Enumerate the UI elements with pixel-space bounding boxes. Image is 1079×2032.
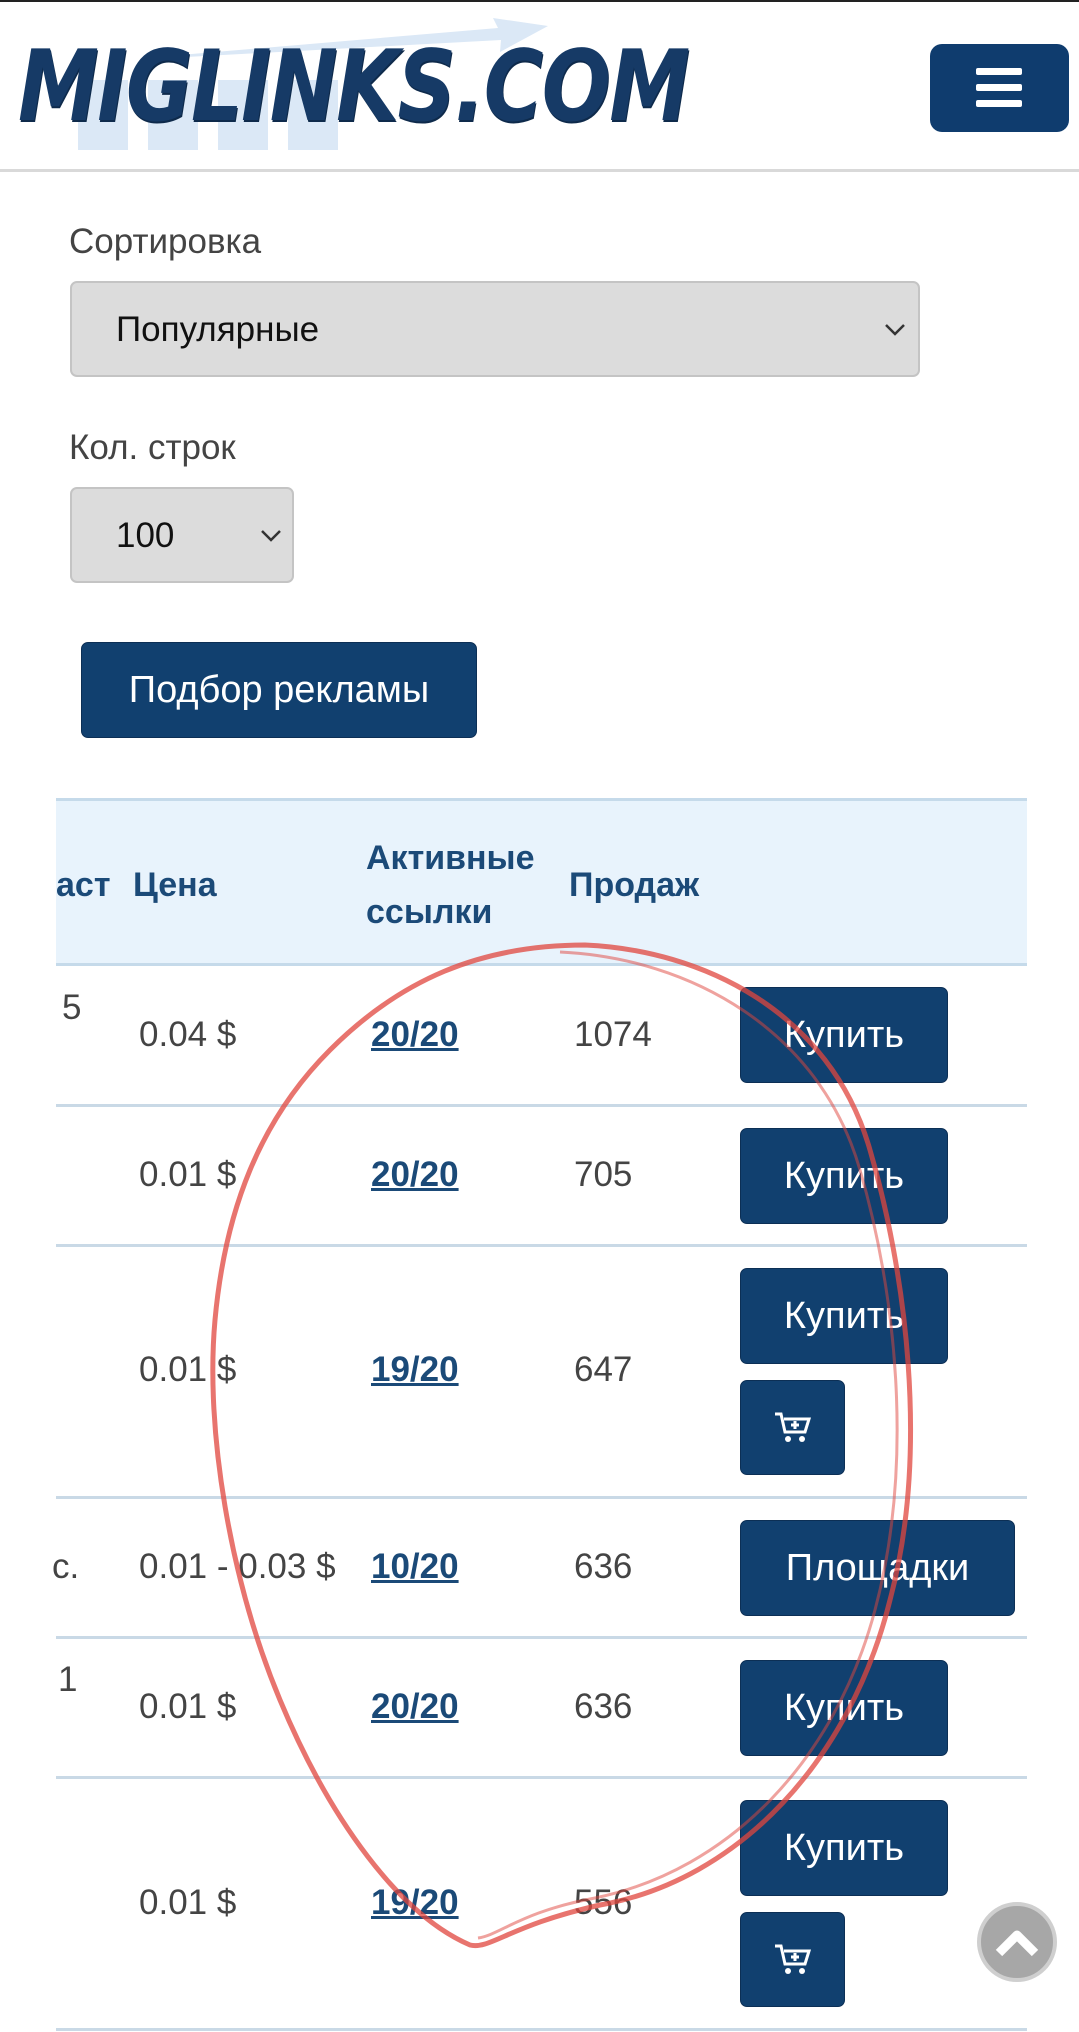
column-header-price[interactable]: Цена [133, 858, 217, 912]
sort-select[interactable]: Популярные [70, 281, 920, 377]
active-links-link[interactable]: 10/20 [371, 1547, 459, 1587]
price-cell: 0.01 - 0.03 $ [139, 1547, 336, 1586]
sales-cell: 705 [574, 1155, 633, 1194]
row-divider [56, 1244, 1027, 1247]
platforms-button[interactable]: Площадки [740, 1520, 1015, 1616]
chevron-down-icon [261, 530, 281, 542]
row-divider [56, 1636, 1027, 1639]
add-to-cart-button[interactable] [740, 1912, 845, 2007]
logo-text: MIGLINKS.COM [18, 30, 690, 144]
column-header-active-links-line1[interactable]: Активные [366, 831, 535, 885]
price-cell: 0.01 $ [139, 1883, 237, 1922]
row-divider [56, 2028, 1027, 2031]
buy-button[interactable]: Купить [740, 1128, 948, 1224]
sales-cell: 1074 [574, 1015, 652, 1054]
scroll-to-top-button[interactable] [977, 1902, 1057, 1982]
buy-button[interactable]: Купить [740, 1660, 948, 1756]
site-logo[interactable]: MIGLINKS.COM [18, 10, 690, 160]
menu-button[interactable] [930, 44, 1069, 132]
buy-button[interactable]: Купить [740, 987, 948, 1083]
sales-cell: 636 [574, 1687, 633, 1726]
row-partial-cell: 5 [62, 988, 82, 1027]
row-divider [56, 1104, 1027, 1107]
row-divider [56, 1776, 1027, 1779]
sales-cell: 647 [574, 1350, 633, 1389]
chevron-down-icon [885, 324, 905, 336]
column-header-sales[interactable]: Продаж [569, 858, 699, 912]
buy-button[interactable]: Купить [740, 1268, 948, 1364]
price-cell: 0.01 $ [139, 1350, 237, 1389]
rows-label: Кол. строк [69, 428, 236, 467]
sales-cell: 636 [574, 1547, 633, 1586]
sort-select-value: Популярные [116, 310, 320, 349]
active-links-link[interactable]: 20/20 [371, 1015, 459, 1055]
row-divider [56, 1496, 1027, 1499]
price-cell: 0.01 $ [139, 1155, 237, 1194]
sites-table: аст Цена Активные ссылки Продаж 5 0.04 $… [52, 798, 1027, 2032]
sort-label: Сортировка [69, 222, 262, 261]
price-cell: 0.04 $ [139, 1015, 237, 1054]
rows-select-value: 100 [116, 516, 175, 555]
column-header-partial[interactable]: аст [56, 858, 110, 912]
active-links-link[interactable]: 19/20 [371, 1350, 459, 1390]
buy-button[interactable]: Купить [740, 1800, 948, 1896]
sales-cell: 556 [574, 1883, 633, 1922]
row-partial-cell: с. [52, 1547, 80, 1586]
active-links-link[interactable]: 20/20 [371, 1687, 459, 1727]
chevron-up-icon [995, 1930, 1039, 1957]
cart-plus-icon [774, 1944, 811, 1974]
column-header-active-links-line2[interactable]: ссылки [366, 885, 492, 939]
add-to-cart-button[interactable] [740, 1380, 845, 1475]
site-header: MIGLINKS.COM [0, 2, 1079, 172]
find-ads-button[interactable]: Подбор рекламы [81, 642, 477, 738]
rows-select[interactable]: 100 [70, 487, 294, 583]
row-partial-cell: 1 [58, 1660, 78, 1699]
price-cell: 0.01 $ [139, 1687, 237, 1726]
active-links-link[interactable]: 19/20 [371, 1883, 459, 1923]
active-links-link[interactable]: 20/20 [371, 1155, 459, 1195]
cart-plus-icon [774, 1412, 811, 1442]
table-header: аст Цена Активные ссылки Продаж [56, 798, 1027, 966]
